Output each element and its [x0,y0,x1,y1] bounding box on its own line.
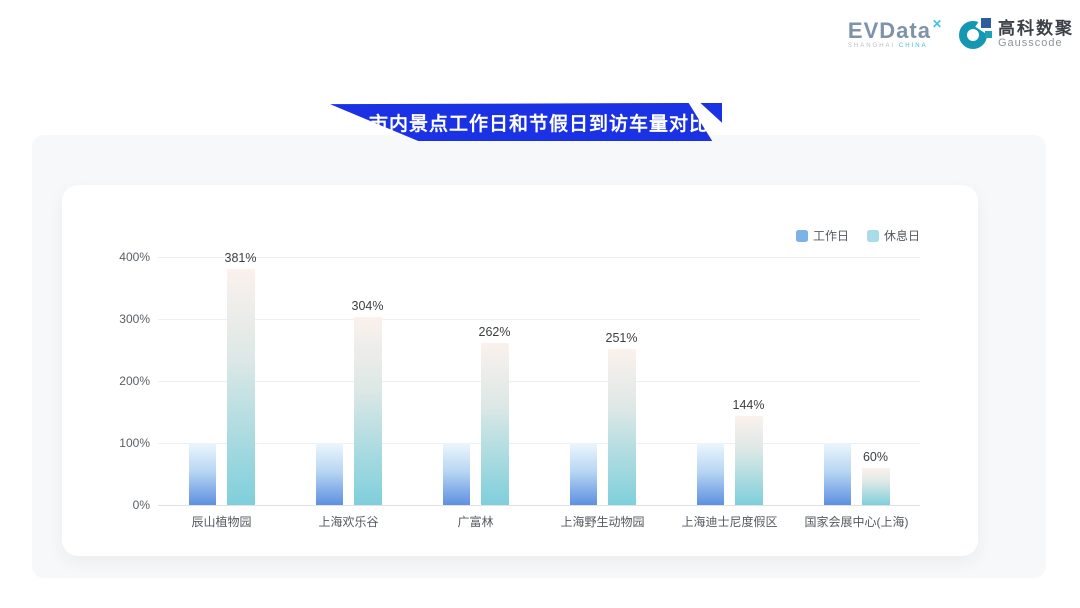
bar-workday [443,443,470,505]
legend-label: 休息日 [884,227,920,244]
bar-restday [227,269,255,505]
bar-restday [354,317,382,505]
gausscode-logo: 高科数聚 Gausscode [958,18,1074,52]
gridline [158,257,920,258]
chart-card: 0%100%200%300%400%381%辰山植物园304%上海欢乐谷262%… [62,185,978,556]
legend-label: 工作日 [813,227,849,244]
evdata-logo: EVData ✕ SHANGHAI CHINA [848,21,942,49]
bar-restday [862,468,890,505]
page: EVData ✕ SHANGHAI CHINA 高科数聚 Gausscode 市… [0,0,1080,608]
legend-swatch-icon [867,230,879,242]
bar-workday [316,443,343,505]
legend-item: 工作日 [796,227,849,244]
header-logos: EVData ✕ SHANGHAI CHINA 高科数聚 Gausscode [848,18,1074,52]
gausscode-mark-icon [958,18,992,52]
bar-value-label: 144% [719,398,779,412]
y-axis-tick-label: 200% [90,374,150,388]
bar-workday [570,443,597,505]
gridline [158,381,920,382]
page-title: 市内景点工作日和节假日到访车量对比 [330,103,722,141]
y-axis-tick-label: 100% [90,436,150,450]
title-banner: 市内景点工作日和节假日到访车量对比 [330,103,722,141]
bar-restday [481,343,509,505]
gausscode-name-en: Gausscode [998,38,1074,50]
y-axis-tick-label: 300% [90,312,150,326]
legend-item: 休息日 [867,227,920,244]
evdata-x-icon: ✕ [932,17,942,31]
gridline [158,319,920,320]
evdata-tagline: SHANGHAI CHINA [848,43,928,49]
evdata-wordmark: EVData [848,21,931,41]
bar-restday [608,349,636,505]
gausscode-name-cn: 高科数聚 [998,20,1074,38]
legend-swatch-icon [796,230,808,242]
x-axis-category-label: 国家会展中心(上海) [782,513,932,530]
bar-value-label: 304% [338,299,398,313]
bar-workday [189,443,216,505]
bar-chart: 0%100%200%300%400%381%辰山植物园304%上海欢乐谷262%… [62,185,978,556]
y-axis-tick-label: 400% [90,250,150,264]
bar-value-label: 381% [211,251,271,265]
bar-workday [697,443,724,505]
y-axis-tick-label: 0% [90,498,150,512]
bar-value-label: 251% [592,331,652,345]
bar-restday [735,416,763,505]
gridline [158,443,920,444]
x-axis-line [158,505,920,506]
bar-value-label: 60% [846,450,906,464]
chart-legend: 工作日 休息日 [796,227,920,244]
bar-value-label: 262% [465,325,525,339]
